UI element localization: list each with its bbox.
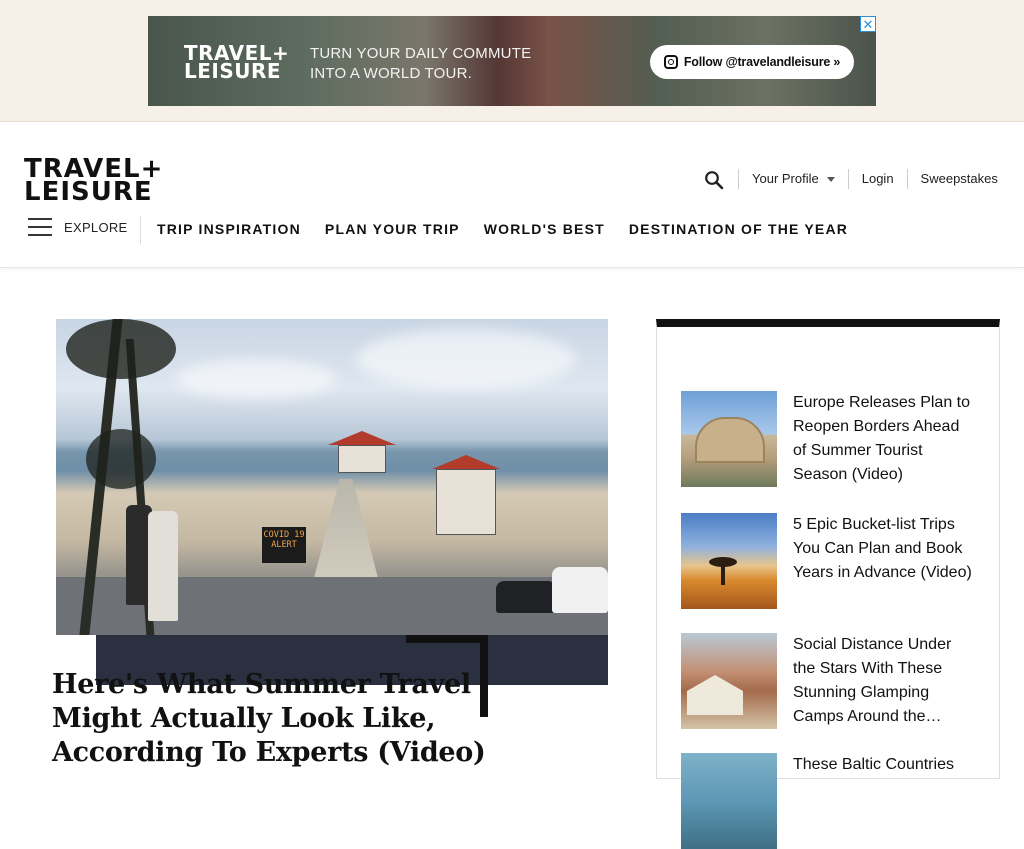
ad-tagline-line-1: TURN YOUR DAILY COMMUTE [310, 45, 532, 62]
nav-item-worlds-best[interactable]: WORLD'S BEST [484, 221, 605, 237]
sidebar-article[interactable]: Social Distance Under the Stars With The… [681, 633, 981, 729]
ad-logo-line-2: LEISURE [184, 59, 282, 83]
sidebar-article-title: Europe Releases Plan to Reopen Borders A… [793, 394, 970, 483]
utility-nav: Your Profile Login Sweepstakes [738, 167, 1011, 191]
your-profile-label: Your Profile [752, 171, 819, 186]
login-link[interactable]: Login [847, 169, 907, 189]
ad-close-icon[interactable]: ✕ [860, 16, 876, 32]
sidebar-article[interactable]: These Baltic Countries [681, 753, 981, 849]
ad-banner[interactable]: TRAVEL+ LEISURE TURN YOUR DAILY COMMUTE … [148, 16, 876, 106]
hamburger-menu-icon [28, 218, 52, 236]
colosseum-thumbnail [681, 391, 777, 487]
feature-image[interactable]: COVID 19 ALERT [56, 319, 608, 635]
site-logo[interactable]: TRAVEL+ LEISURE [24, 156, 163, 207]
trending-sidebar: Europe Releases Plan to Reopen Borders A… [656, 319, 1000, 849]
advertisement-band: TRAVEL+ LEISURE TURN YOUR DAILY COMMUTE … [0, 0, 1024, 122]
nav-item-trip-inspiration[interactable]: TRIP INSPIRATION [157, 221, 301, 237]
sidebar-article[interactable]: 5 Epic Bucket-list Trips You Can Plan an… [681, 513, 981, 609]
main-nav: TRIP INSPIRATION PLAN YOUR TRIP WORLD'S … [157, 221, 848, 237]
site-header: TRAVEL+ LEISURE Your Profile Login Sweep… [0, 123, 1024, 268]
sidebar-article-title: 5 Epic Bucket-list Trips You Can Plan an… [793, 516, 972, 581]
your-profile-dropdown[interactable]: Your Profile [738, 169, 848, 189]
nav-divider [140, 216, 141, 244]
ad-tagline: TURN YOUR DAILY COMMUTE INTO A WORLD TOU… [310, 44, 531, 84]
explore-label: EXPLORE [64, 219, 128, 235]
nav-item-plan-your-trip[interactable]: PLAN YOUR TRIP [325, 221, 460, 237]
search-icon[interactable] [704, 170, 724, 190]
sweepstakes-link[interactable]: Sweepstakes [906, 169, 1011, 189]
nav-item-destination-of-the-year[interactable]: DESTINATION OF THE YEAR [629, 221, 848, 237]
ad-follow-label: Follow @travelandleisure » [683, 55, 841, 69]
savanna-sunset-thumbnail [681, 513, 777, 609]
ad-tagline-line-2: INTO A WORLD TOUR. [310, 65, 472, 82]
ad-brand-logo: TRAVEL+ LEISURE [184, 43, 292, 83]
site-logo-line-2: LEISURE [24, 177, 153, 207]
glamping-tent-thumbnail [681, 633, 777, 729]
instagram-icon [663, 55, 678, 69]
sidebar-article[interactable]: Europe Releases Plan to Reopen Borders A… [681, 391, 981, 487]
covid-alert-sign: COVID 19 ALERT [262, 527, 306, 563]
explore-menu-button[interactable]: EXPLORE [28, 218, 128, 236]
sidebar-article-title: Social Distance Under the Stars With The… [793, 636, 952, 725]
chevron-down-icon [826, 177, 835, 183]
ad-follow-button[interactable]: Follow @travelandleisure » [650, 45, 854, 79]
feature-headline[interactable]: Here's What Summer Travel Might Actually… [52, 668, 492, 770]
baltic-coast-thumbnail [681, 753, 777, 849]
sidebar-article-title: These Baltic Countries [793, 756, 954, 773]
